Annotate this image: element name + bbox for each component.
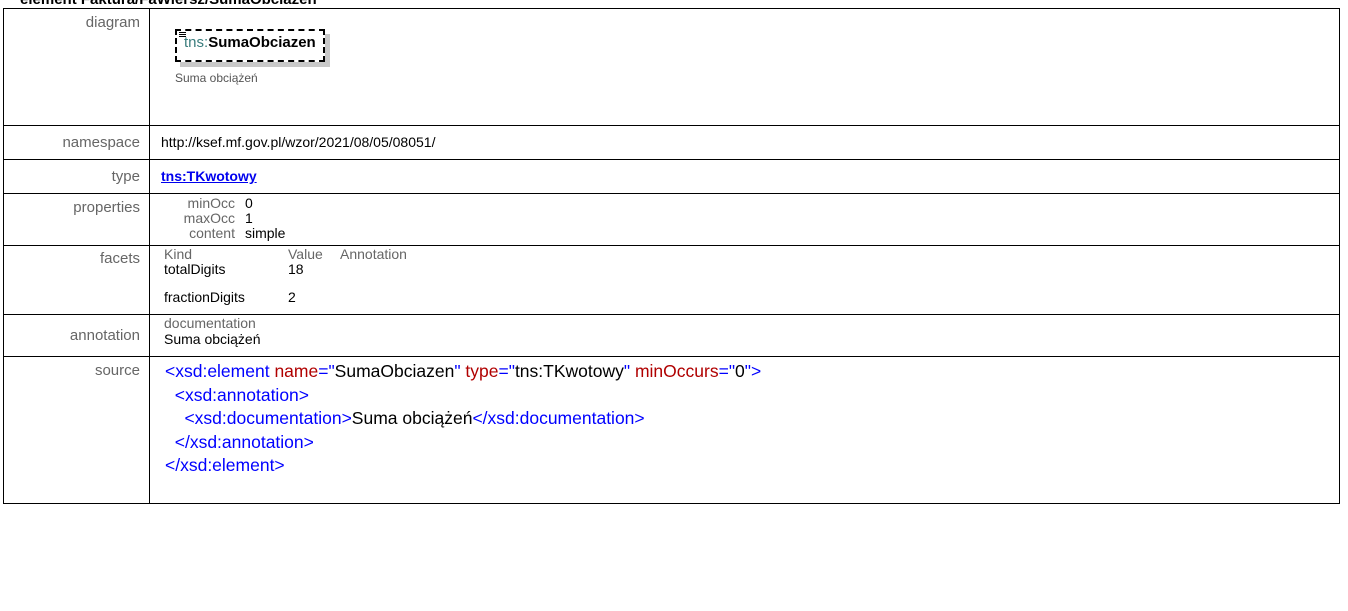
property-value: simple: [245, 225, 286, 241]
property-minocc: minOcc 0: [161, 196, 1339, 211]
facets-cell: Kind Value Annotation totalDigits 18 fra…: [149, 245, 1340, 315]
source-tag: </xsd:element>: [165, 455, 285, 475]
facet-kind: fractionDigits: [164, 289, 245, 305]
source-label: source: [3, 356, 150, 504]
source-tag: <xsd:element: [165, 361, 270, 381]
facets-label: facets: [3, 245, 150, 315]
diagram-label: diagram: [3, 8, 150, 126]
source-value: tns:TKwotowy: [514, 361, 624, 381]
source-tag: <xsd:documentation>: [184, 408, 352, 428]
diagram-row: diagram tns:SumaObciazen Suma obciążeń: [3, 8, 1340, 126]
source-tag: =": [318, 361, 335, 381]
property-key: maxOcc: [183, 210, 235, 226]
source-tag: ": [454, 361, 461, 381]
facets-header-kind: Kind: [164, 246, 193, 262]
facets-row: facets Kind Value Annotation totalDigits…: [3, 245, 1340, 315]
source-value: SumaObciazen: [334, 361, 455, 381]
facet-kind: totalDigits: [164, 261, 226, 277]
properties-label: properties: [3, 193, 150, 246]
annotation-row: annotation documentation Suma obciążeń: [3, 314, 1340, 357]
namespace-value: http://ksef.mf.gov.pl/wzor/2021/08/05/08…: [149, 125, 1340, 160]
annotation-cell: documentation Suma obciążeń: [149, 314, 1340, 357]
facets-header: Kind Value Annotation: [150, 247, 1339, 261]
namespace-label: namespace: [3, 125, 150, 160]
type-link[interactable]: tns:TKwotowy: [161, 168, 257, 184]
properties-cell: minOcc 0 maxOcc 1 content simple: [149, 193, 1340, 246]
facets-header-annotation: Annotation: [340, 246, 407, 262]
diagram-prefix: tns:: [184, 34, 209, 51]
source-attr: name: [274, 361, 319, 381]
source-tag: >: [750, 361, 762, 381]
diagram-name: SumaObciazen: [208, 34, 316, 51]
annotation-label: annotation: [3, 314, 150, 357]
property-content: content simple: [161, 226, 1339, 241]
property-value: 0: [245, 195, 253, 211]
source-code: <xsd:element name="SumaObciazen" type="t…: [165, 357, 1339, 478]
facets-header-value: Value: [288, 246, 323, 262]
source-attr: minOccurs: [634, 361, 719, 381]
source-row: source <xsd:element name="SumaObciazen" …: [3, 356, 1340, 504]
source-tag: =": [498, 361, 515, 381]
source-tag: </xsd:annotation>: [174, 431, 314, 452]
page-heading: element Faktura/FaWiersz/SumaObciazen: [20, 0, 317, 8]
diagram-cell: tns:SumaObciazen Suma obciążeń: [149, 8, 1340, 126]
source-tag: =": [718, 361, 736, 381]
type-row: type tns:TKwotowy: [3, 159, 1340, 194]
facet-value: 2: [288, 289, 296, 305]
type-label: type: [3, 159, 150, 194]
property-key: content: [189, 225, 235, 241]
element-diagram-box[interactable]: tns:SumaObciazen: [175, 29, 325, 62]
annotation-text: Suma obciążeń: [164, 331, 261, 347]
source-cell: <xsd:element name="SumaObciazen" type="t…: [149, 356, 1340, 504]
properties-row: properties minOcc 0 maxOcc 1 content sim…: [3, 193, 1340, 246]
diagram-documentation: Suma obciążeń: [175, 71, 258, 85]
facet-row: totalDigits 18: [150, 261, 1339, 277]
facet-row: fractionDigits 2: [150, 289, 1339, 305]
source-tag: ": [623, 361, 631, 381]
source-attr: type: [465, 361, 499, 381]
source-tag: <xsd:annotation>: [174, 384, 310, 405]
property-key: minOcc: [187, 195, 235, 211]
source-text: Suma obciążeń: [351, 408, 473, 428]
element-doc-table: diagram tns:SumaObciazen Suma obciążeń n…: [3, 8, 1340, 504]
list-icon: [179, 32, 186, 40]
source-value: 0: [735, 361, 745, 381]
namespace-row: namespace http://ksef.mf.gov.pl/wzor/202…: [3, 125, 1340, 160]
source-tag: </xsd:documentation>: [472, 408, 645, 428]
property-maxocc: maxOcc 1: [161, 211, 1339, 226]
annotation-header: documentation: [164, 315, 256, 331]
facet-value: 18: [288, 261, 304, 277]
property-value: 1: [245, 210, 253, 226]
